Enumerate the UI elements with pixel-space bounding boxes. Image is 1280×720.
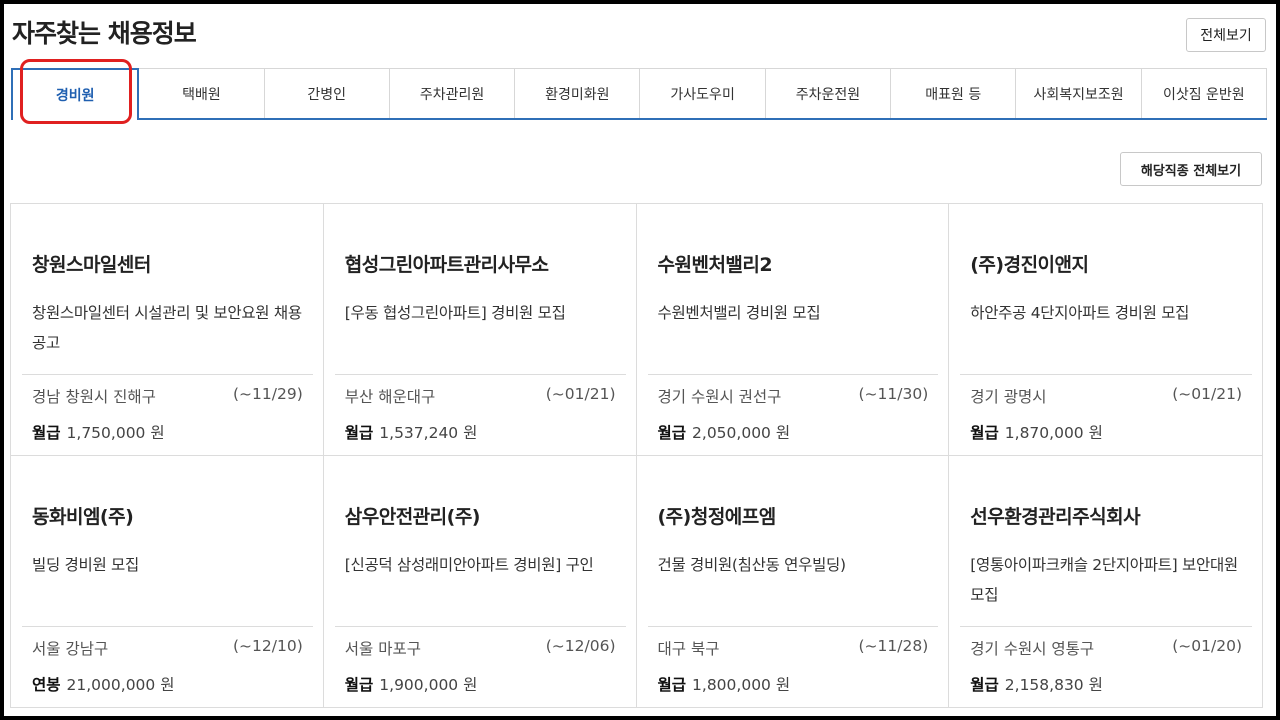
pay-amount: 1,800,000 원 xyxy=(692,675,791,694)
job-card[interactable]: 수원벤처밸리2 수원벤처밸리 경비원 모집 경기 수원시 권선구 (~11/30… xyxy=(636,204,950,456)
tab-moving-worker[interactable]: 이삿짐 운반원 xyxy=(1141,68,1267,118)
job-card[interactable]: 동화비엠(주) 빌딩 경비원 모집 서울 강남구 (~12/10) 연봉 21,0… xyxy=(11,455,324,707)
job-title: 빌딩 경비원 모집 xyxy=(32,555,139,574)
card-divider xyxy=(334,625,626,627)
page-title: 자주찾는 채용정보 xyxy=(12,19,197,48)
job-title: 창원스마일센터 시설관리 및 보안요원 채용 공고 xyxy=(32,304,302,352)
job-title: 수원벤처밸리 경비원 모집 xyxy=(657,304,821,322)
job-title: [영통아이파크캐슬 2단지아파트] 보안대원 모집 xyxy=(970,555,1238,604)
company-name: (주)경진이앤지 xyxy=(970,254,1089,276)
job-pay: 월급 1,800,000 원 xyxy=(658,673,791,695)
card-divider xyxy=(960,374,1252,375)
job-location: 대구 북구 xyxy=(657,639,720,658)
company-name: 협성그린아파트관리사무소 xyxy=(344,254,549,276)
tab-courier[interactable]: 택배원 xyxy=(139,68,265,118)
view-all-button[interactable]: 전체보기 xyxy=(1186,18,1266,52)
pay-type: 월급 xyxy=(344,424,374,442)
pay-amount: 2,050,000 원 xyxy=(692,424,791,442)
job-card-grid: 창원스마일센터 창원스마일센터 시설관리 및 보안요원 채용 공고 경남 창원시… xyxy=(10,203,1263,708)
job-deadline: (~11/29) xyxy=(233,385,303,403)
company-name: 선우환경관리주식회사 xyxy=(970,505,1141,528)
pay-amount: 2,158,830 원 xyxy=(1004,675,1103,694)
job-card[interactable]: (주)경진이앤지 하안주공 4단지아파트 경비원 모집 경기 광명시 (~01/… xyxy=(949,204,1262,456)
tab-housekeeper[interactable]: 가사도우미 xyxy=(640,68,766,118)
tab-social-welfare-assistant[interactable]: 사회복지보조원 xyxy=(1016,68,1142,118)
pay-type: 연봉 xyxy=(32,675,61,694)
tab-parking-driver[interactable]: 주차운전원 xyxy=(765,68,892,118)
job-deadline: (~01/20) xyxy=(1172,636,1242,655)
company-name: 삼우안전관리(주) xyxy=(344,505,481,528)
tab-security-guard[interactable]: 경비원 xyxy=(11,68,140,120)
job-location: 경기 수원시 영통구 xyxy=(970,639,1095,658)
job-pay: 월급 1,870,000 원 xyxy=(970,421,1103,443)
tab-sanitation-worker[interactable]: 환경미화원 xyxy=(515,68,641,118)
card-divider xyxy=(334,374,626,375)
tab-ticket-seller[interactable]: 매표원 등 xyxy=(891,68,1017,118)
job-location: 경남 창원시 진해구 xyxy=(32,388,156,406)
job-card[interactable]: 창원스마일센터 창원스마일센터 시설관리 및 보안요원 채용 공고 경남 창원시… xyxy=(11,204,324,456)
pay-amount: 21,000,000 원 xyxy=(66,675,175,694)
job-title: 하안주공 4단지아파트 경비원 모집 xyxy=(970,304,1190,322)
job-location: 부산 해운대구 xyxy=(344,388,436,406)
pay-type: 월급 xyxy=(657,675,687,694)
card-divider xyxy=(22,374,313,375)
company-name: 동화비엠(주) xyxy=(32,505,134,528)
job-deadline: (~01/21) xyxy=(1172,385,1242,403)
job-deadline: (~12/06) xyxy=(545,636,616,655)
job-pay: 월급 2,158,830 원 xyxy=(970,673,1103,695)
job-pay: 월급 2,050,000 원 xyxy=(658,421,791,443)
job-location: 경기 수원시 권선구 xyxy=(657,388,782,406)
company-name: 수원벤처밸리2 xyxy=(657,254,773,276)
pay-type: 월급 xyxy=(970,675,999,694)
job-title: [신공덕 삼성래미안아파트 경비원] 구인 xyxy=(344,555,594,574)
job-card[interactable]: 삼우안전관리(주) [신공덕 삼성래미안아파트 경비원] 구인 서울 마포구 (… xyxy=(324,455,637,707)
pay-amount: 1,900,000 원 xyxy=(379,675,478,694)
job-card[interactable]: 협성그린아파트관리사무소 [우동 협성그린아파트] 경비원 모집 부산 해운대구… xyxy=(323,204,637,456)
job-deadline: (~12/10) xyxy=(233,636,303,655)
pay-type: 월급 xyxy=(970,424,999,442)
job-deadline: (~01/21) xyxy=(545,385,616,403)
card-divider xyxy=(960,625,1252,627)
job-pay: 연봉 21,000,000 원 xyxy=(32,673,174,695)
job-card[interactable]: 선우환경관리주식회사 [영통아이파크캐슬 2단지아파트] 보안대원 모집 경기 … xyxy=(949,456,1262,708)
pay-type: 월급 xyxy=(32,424,61,442)
job-pay: 월급 1,537,240 원 xyxy=(345,421,478,443)
job-deadline: (~11/28) xyxy=(858,636,929,655)
tab-caregiver[interactable]: 간병인 xyxy=(264,68,390,118)
job-card[interactable]: (주)청정에프엠 건물 경비원(침산동 연우빌딩) 대구 북구 (~11/28)… xyxy=(637,455,950,707)
job-pay: 월급 1,900,000 원 xyxy=(345,673,478,695)
card-divider xyxy=(647,374,939,375)
company-name: 창원스마일센터 xyxy=(32,254,151,276)
pay-amount: 1,537,240 원 xyxy=(379,424,478,442)
category-view-all-button[interactable]: 해당직종 전체보기 xyxy=(1120,152,1262,186)
job-deadline: (~11/30) xyxy=(858,385,929,403)
job-title: [우동 협성그린아파트] 경비원 모집 xyxy=(344,304,566,322)
job-location: 경기 광명시 xyxy=(970,388,1047,406)
job-category-tabs: 경비원 택배원 간병인 주차관리원 환경미화원 가사도우미 주차운전원 매표원 … xyxy=(11,68,1267,120)
pay-type: 월급 xyxy=(657,424,687,442)
company-name: (주)청정에프엠 xyxy=(657,505,777,528)
job-location: 서울 마포구 xyxy=(344,639,421,658)
job-title: 건물 경비원(침산동 연우빌딩) xyxy=(657,555,847,574)
card-divider xyxy=(647,625,939,627)
job-pay: 월급 1,750,000 원 xyxy=(32,421,165,443)
tab-parking-manager[interactable]: 주차관리원 xyxy=(389,68,516,118)
pay-amount: 1,870,000 원 xyxy=(1004,424,1103,442)
card-divider xyxy=(22,625,313,627)
pay-type: 월급 xyxy=(344,675,374,694)
job-location: 서울 강남구 xyxy=(32,639,109,658)
pay-amount: 1,750,000 원 xyxy=(66,424,165,442)
